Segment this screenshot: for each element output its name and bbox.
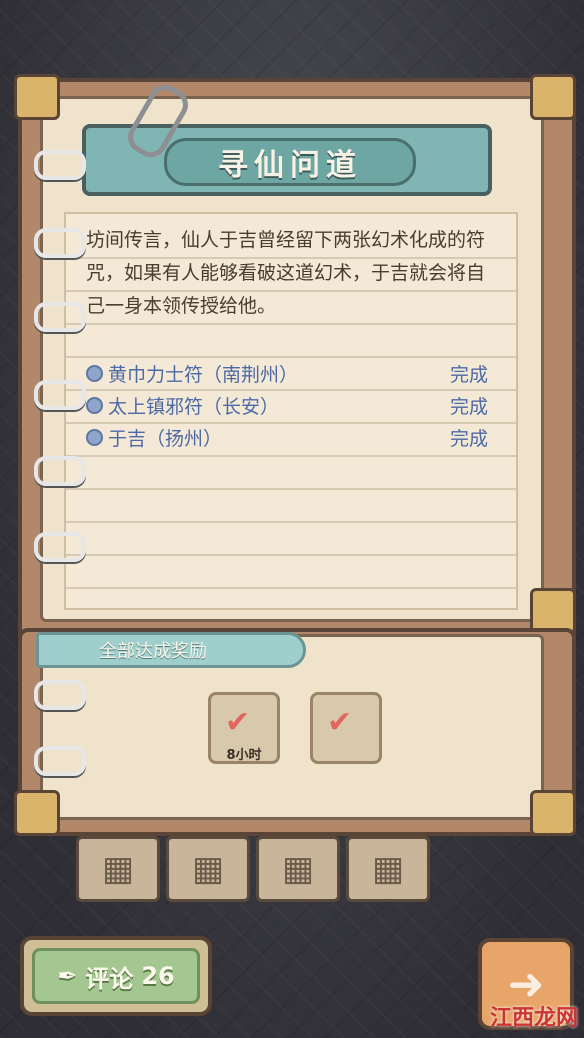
task-status: 完成 — [449, 363, 488, 386]
mahjong-tile-icon: ▦ — [346, 836, 430, 902]
check-icon: ✔ — [327, 705, 353, 740]
comment-count: 26 — [141, 962, 175, 990]
mahjong-tile-icon: ▦ — [166, 836, 250, 902]
corner-ornament — [14, 74, 60, 120]
mahjong-tile-icon: ▦ — [256, 836, 340, 902]
watermark: 江西龙网 — [489, 1006, 578, 1031]
binder-ring-icon — [34, 302, 86, 332]
page-title: 寻仙问道 — [164, 138, 416, 186]
binder-ring-icon — [34, 680, 86, 710]
task-row: 太上镇邪符（长安） 完成 — [86, 390, 488, 420]
reward-amount: 8小时 — [226, 748, 262, 763]
binder-ring-icon — [34, 746, 86, 776]
check-icon: ✔ — [225, 705, 251, 740]
quill-icon: ✒ — [57, 962, 78, 990]
corner-ornament — [530, 74, 576, 120]
quest-description: 坊间传言，仙人于吉曾经留下两张幻术化成的符咒，如果有人能够看破这道幻术，于吉就会… — [86, 229, 486, 317]
reward-item[interactable]: ✔ 8小时 — [208, 692, 280, 764]
bullet-icon — [86, 396, 103, 414]
bullet-icon — [86, 364, 103, 382]
corner-ornament — [530, 790, 576, 836]
bullet-icon — [86, 428, 103, 446]
binder-ring-icon — [34, 456, 86, 486]
task-label: 太上镇邪符（长安） — [108, 395, 280, 418]
reward-item[interactable]: ✔ — [310, 692, 382, 764]
mahjong-tile-icon: ▦ — [76, 836, 160, 902]
binder-ring-icon — [34, 150, 86, 180]
binder-ring-icon — [34, 380, 86, 410]
task-status: 完成 — [449, 395, 488, 418]
comment-button[interactable]: ✒ 评论 26 — [20, 936, 212, 1016]
task-label: 于吉（扬州） — [108, 427, 223, 450]
binder-ring-icon — [34, 228, 86, 258]
task-label: 黄巾力士符（南荆州） — [108, 363, 299, 386]
task-status: 完成 — [449, 427, 488, 450]
task-row: 于吉（扬州） 完成 — [86, 422, 488, 452]
reward-banner: 全部达成奖励 — [36, 632, 306, 668]
binder-ring-icon — [34, 532, 86, 562]
corner-ornament — [14, 790, 60, 836]
comment-label: 评论 — [85, 964, 134, 993]
task-row: 黄巾力士符（南荆州） 完成 — [86, 358, 488, 388]
